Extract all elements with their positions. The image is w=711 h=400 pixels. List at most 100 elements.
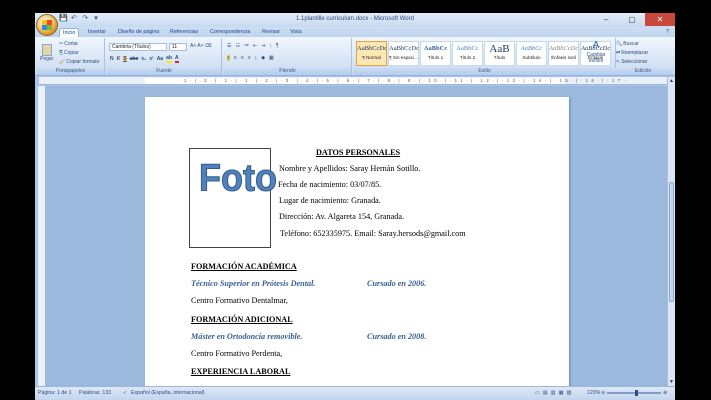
clear-format-icon[interactable]: ⌫ <box>205 43 212 49</box>
replace-label: Reemplazar <box>621 50 649 56</box>
subscript-icon[interactable]: x₂ <box>141 56 146 62</box>
horizontal-ruler[interactable]: ·1·|·2·|·1·|·1·|·2·|·3·|·4·|·5·|·6·|·7·|… <box>39 77 671 85</box>
style-normal[interactable]: AaBbCcDc ¶ Normal <box>356 41 387 66</box>
style-heading-1[interactable]: AaBbCc Título 1 <box>420 41 451 66</box>
sort-icon[interactable]: ↕ <box>269 43 272 49</box>
tab-referencias[interactable]: Referencias <box>167 28 201 37</box>
experience-heading: EXPERIENCIA LABORAL <box>191 367 291 376</box>
word-count[interactable]: Palabras: 133 <box>79 390 111 396</box>
numbering-icon[interactable]: ☷ <box>235 43 239 49</box>
personal-birth-place: Lugar de nacimiento: Granada. <box>279 196 381 205</box>
tab-insertar[interactable]: Insertar <box>85 28 109 37</box>
scissors-icon: ✂ <box>59 41 64 47</box>
vertical-scrollbar[interactable]: ▲ ▼ <box>667 77 675 386</box>
increase-indent-icon[interactable]: ⇥ <box>261 43 265 49</box>
ribbon: Pegar ✂ Cortar ⎘ Copiar 🖌 Copiar formato Po… <box>35 37 675 76</box>
tab-diseno-pagina[interactable]: Diseño de página <box>115 28 162 37</box>
style-no-spacing[interactable]: AaBbCcDc ¶ Sin espaci... <box>388 41 419 66</box>
style-subtle-emphasis[interactable]: AaBbCcDc Énfasis sutil <box>548 41 579 66</box>
line-spacing-icon[interactable]: ↨ <box>255 55 258 61</box>
minimize-button[interactable]: – <box>593 13 619 26</box>
zoom-slider-knob[interactable] <box>635 390 639 396</box>
strikethrough-icon[interactable]: abc <box>130 56 139 62</box>
align-left-icon[interactable]: ≡ <box>227 55 230 61</box>
font-color-icon[interactable]: A <box>174 55 179 63</box>
help-icon[interactable]: ? <box>663 28 672 37</box>
personal-data-heading: DATOS PERSONALES <box>316 148 401 157</box>
style-preview: AaBbCcDc <box>389 45 419 52</box>
academic-heading: FORMACIÓN ACADÉMICA <box>191 262 297 271</box>
paste-button[interactable]: Pegar <box>40 44 53 62</box>
font-size-combo[interactable]: 11 <box>169 43 187 51</box>
style-preview: AaBbCcDc <box>357 45 387 52</box>
style-name: Título <box>493 55 506 60</box>
tab-inicio[interactable]: Inicio <box>59 28 80 37</box>
office-button[interactable] <box>36 14 58 36</box>
academic-title: Técnico Superior en Prótesis Dental. <box>191 279 316 288</box>
view-buttons[interactable]: ▭▤▥▦▧ <box>535 390 575 396</box>
select-button[interactable]: ↖ Seleccionar <box>616 59 647 65</box>
brush-icon: 🖌 <box>59 59 66 65</box>
multilevel-list-icon[interactable]: ≔ <box>244 43 249 49</box>
shrink-font-icon[interactable]: A˅ <box>197 43 203 49</box>
zoom-slider[interactable] <box>607 390 661 396</box>
change-styles-label: Cambiar estilos <box>586 52 606 64</box>
page-count[interactable]: Página: 1 de 1 <box>38 390 71 396</box>
ruler-numbers: ·1·|·2·|·1·|·1·|·2·|·3·|·4·|·5·|·6·|·7·|… <box>179 78 629 83</box>
style-heading-2[interactable]: AaBbCc Título 2 <box>452 41 483 66</box>
bullets-icon[interactable]: ☰ <box>227 43 231 49</box>
align-center-icon[interactable]: ≡ <box>234 55 237 61</box>
change-case-icon[interactable]: Aa <box>157 56 163 62</box>
font-style-row: N K S abc x₂ x² Aa ab A <box>110 55 179 63</box>
style-subtitle[interactable]: AaBbCc Subtítulo <box>516 41 547 66</box>
zoom-in-icon[interactable]: ⊕ <box>663 390 667 396</box>
bold-icon[interactable]: N <box>110 56 114 62</box>
style-title[interactable]: AaB Título <box>484 41 515 66</box>
vertical-ruler[interactable] <box>38 86 45 386</box>
scroll-down-icon[interactable]: ▼ <box>668 379 675 385</box>
maximize-button[interactable]: ▢ <box>619 13 645 26</box>
tab-correspondencia[interactable]: Correspondencia <box>207 28 253 37</box>
language[interactable]: Español (España, internacional) <box>131 390 205 396</box>
tab-vista[interactable]: Vista <box>287 28 305 37</box>
group-clipboard: Pegar ✂ Cortar ⎘ Copiar 🖌 Copiar formato Po… <box>37 38 105 75</box>
change-styles-button[interactable]: A Cambiar estilos <box>584 40 608 64</box>
document-page[interactable]: Foto DATOS PERSONALES Nombre y Apellidos… <box>145 97 569 400</box>
justify-icon[interactable]: ≡ <box>248 55 251 61</box>
decrease-indent-icon[interactable]: ⇤ <box>253 43 257 49</box>
borders-icon[interactable]: ▦ <box>269 55 274 61</box>
format-painter-button[interactable]: 🖌 Copiar formato <box>59 59 99 65</box>
replace-button[interactable]: ⇄ Reemplazar <box>616 50 648 56</box>
italic-icon[interactable]: K <box>117 56 121 62</box>
replace-icon: ⇄ <box>616 50 621 56</box>
style-preview: AaBbCc <box>520 45 543 52</box>
underline-icon[interactable]: S <box>123 56 127 62</box>
copy-button[interactable]: ⎘ Copiar <box>59 50 79 56</box>
font-group-label: Fuente <box>107 68 221 75</box>
photo-label: Foto <box>199 155 278 199</box>
zoom-level[interactable]: 120% <box>587 390 600 396</box>
font-family-combo[interactable]: Cambria (Títulos) <box>109 43 167 51</box>
scroll-thumb[interactable] <box>669 182 674 302</box>
style-preview: AaB <box>489 43 510 55</box>
proofing-icon[interactable]: ✓ <box>123 390 127 396</box>
select-label: Seleccionar <box>621 59 648 65</box>
scroll-up-icon[interactable]: ▲ <box>668 78 675 84</box>
photo-placeholder[interactable]: Foto <box>189 148 277 248</box>
paragraph-row-2: ≡ ≡ ≡ ≡ ↨ ◆ ▦ <box>227 55 274 61</box>
highlight-icon[interactable]: ab <box>166 55 172 63</box>
personal-address: Dirección: Av. Algareta 154, Granada. <box>279 212 405 221</box>
tab-revisar[interactable]: Revisar <box>259 28 283 37</box>
style-name: Título 2 <box>459 55 476 60</box>
align-right-icon[interactable]: ≡ <box>241 55 244 61</box>
show-marks-icon[interactable]: ¶ <box>276 43 279 49</box>
cut-button[interactable]: ✂ Cortar <box>59 41 78 47</box>
close-button[interactable]: ✕ <box>645 13 675 26</box>
superscript-icon[interactable]: x² <box>149 56 153 62</box>
grow-font-icon[interactable]: A˄ <box>190 43 196 49</box>
shading-icon[interactable]: ◆ <box>261 55 265 61</box>
find-button[interactable]: 🔍 Buscar <box>616 41 639 47</box>
zoom-out-icon[interactable]: ⊖ <box>601 390 605 396</box>
additional-center: Centro Formativo Perdenta, <box>191 349 283 358</box>
academic-center: Centro Formativo Dentalmar, <box>191 296 288 305</box>
